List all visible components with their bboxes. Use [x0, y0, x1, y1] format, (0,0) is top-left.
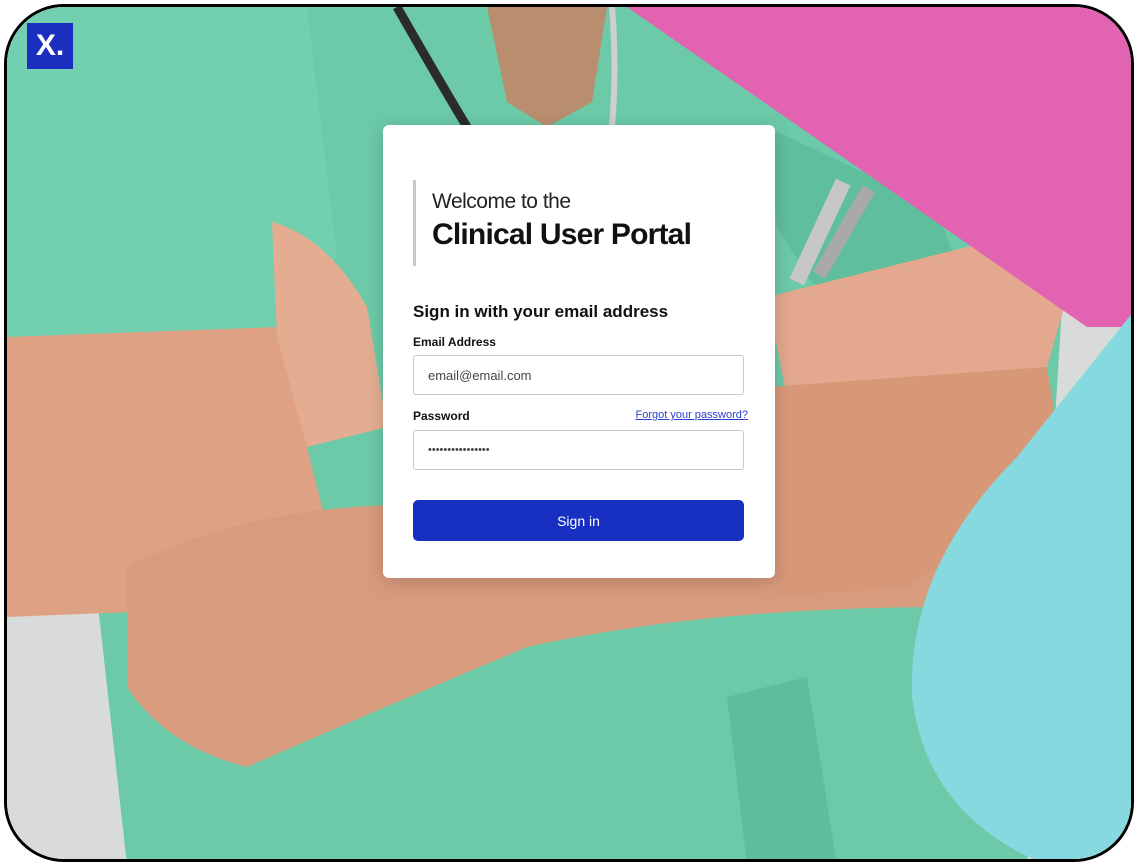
portal-title: Clinical User Portal — [432, 218, 692, 251]
portal-heading: Welcome to the Clinical User Portal — [413, 180, 733, 266]
page-frame: X. Welcome to the Clinical User Portal S… — [4, 4, 1134, 862]
signin-subtitle: Sign in with your email address — [413, 302, 669, 321]
welcome-text: Welcome to the — [432, 190, 571, 213]
login-card: Welcome to the Clinical User Portal Sign… — [383, 125, 775, 578]
forgot-password-link[interactable]: Forgot your password? — [636, 409, 749, 421]
brand-logo: X. — [27, 23, 73, 69]
email-label: Email Address — [413, 335, 496, 349]
stethoscope-metal — [609, 7, 618, 128]
email-field[interactable] — [413, 355, 744, 395]
password-field[interactable] — [413, 430, 744, 470]
password-label: Password — [413, 409, 470, 423]
sign-in-button[interactable]: Sign in — [413, 500, 744, 541]
